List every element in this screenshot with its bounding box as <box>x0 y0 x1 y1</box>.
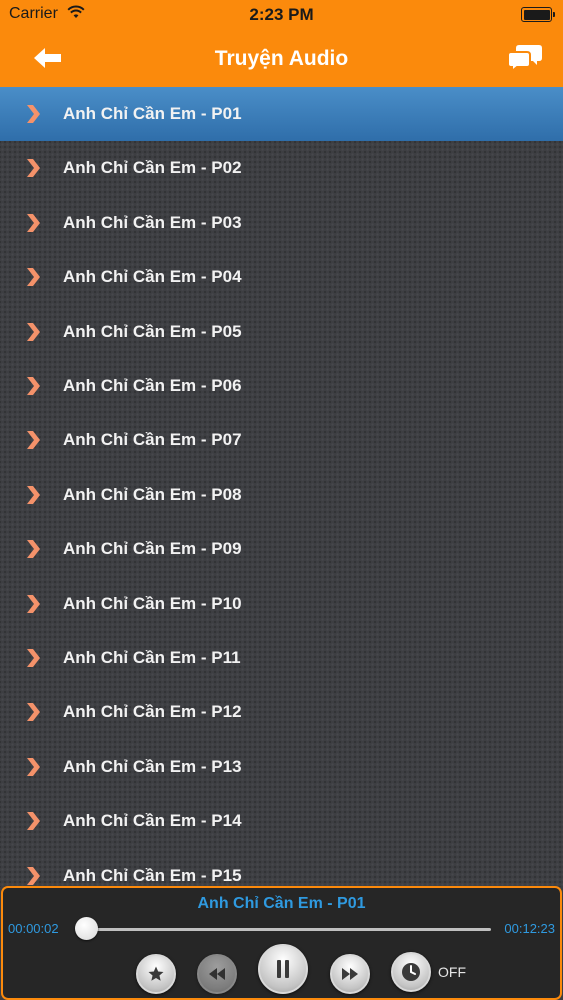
episode-list[interactable]: Anh Chỉ Cần Em - P01 Anh Chỉ Cần Em - P02… <box>0 87 563 887</box>
episode-row[interactable]: Anh Chỉ Cần Em - P05 <box>0 305 563 359</box>
rewind-icon <box>209 968 225 980</box>
chat-button[interactable] <box>507 42 543 74</box>
episode-title: Anh Chỉ Cần Em - P09 <box>63 539 242 559</box>
chevron-right-icon <box>27 649 40 667</box>
episode-row[interactable]: Anh Chỉ Cần Em - P14 <box>0 794 563 848</box>
episode-title: Anh Chỉ Cần Em - P03 <box>63 212 242 232</box>
nav-bar: Truyện Audio <box>0 30 563 87</box>
episode-title: Anh Chỉ Cần Em - P07 <box>63 430 242 450</box>
episode-title: Anh Chỉ Cần Em - P06 <box>63 376 242 395</box>
episode-title: Anh Chỉ Cần Em - P10 <box>63 593 242 613</box>
chevron-right-icon <box>27 159 40 178</box>
status-time: 2:23 PM <box>249 5 314 24</box>
episode-title: Anh Chỉ Cần Em - P15 <box>63 865 242 885</box>
episode-row[interactable]: Anh Chỉ Cần Em - P09 <box>0 522 563 576</box>
chevron-right-icon <box>27 485 40 504</box>
episode-row[interactable]: Anh Chỉ Cần Em - P13 <box>0 740 563 794</box>
status-bar: Carrier 2:23 PM <box>0 0 563 30</box>
chevron-right-icon <box>27 431 40 450</box>
episode-row[interactable]: Anh Chỉ Cần Em - P12 <box>0 685 563 739</box>
chevron-right-icon <box>27 812 40 831</box>
chevron-right-icon <box>27 268 40 287</box>
chevron-right-icon <box>27 213 40 232</box>
episode-row[interactable]: Anh Chỉ Cần Em - P02 <box>0 141 563 195</box>
chevron-right-icon <box>27 540 40 559</box>
episode-row[interactable]: Anh Chỉ Cần Em - P01 <box>0 87 563 141</box>
clock-icon <box>402 963 420 981</box>
chevron-right-icon <box>27 594 40 613</box>
episode-title: Anh Chỉ Cần Em - P14 <box>63 811 242 831</box>
progress-knob[interactable] <box>75 917 99 940</box>
favorite-button[interactable] <box>136 954 176 994</box>
episode-title: Anh Chỉ Cần Em - P02 <box>63 158 242 178</box>
progress-track[interactable] <box>85 928 491 931</box>
sleep-timer-status: OFF <box>438 964 466 980</box>
rewind-button[interactable] <box>197 954 237 994</box>
chevron-right-icon <box>27 105 40 123</box>
episode-title: Anh Chỉ Cần Em - P01 <box>63 104 242 123</box>
pause-button[interactable] <box>258 944 308 994</box>
chevron-right-icon <box>27 377 40 395</box>
chevron-right-icon <box>27 866 40 885</box>
sleep-timer-button[interactable] <box>391 952 431 992</box>
pause-icon <box>277 960 289 978</box>
episode-title: Anh Chỉ Cần Em - P05 <box>63 321 242 341</box>
episode-title: Anh Chỉ Cần Em - P04 <box>63 267 242 287</box>
episode-title: Anh Chỉ Cần Em - P08 <box>63 484 242 504</box>
episode-title: Anh Chỉ Cần Em - P13 <box>63 756 242 776</box>
chevron-right-icon <box>27 322 40 341</box>
episode-row[interactable]: Anh Chỉ Cần Em - P10 <box>0 577 563 631</box>
fast-forward-button[interactable] <box>330 954 370 994</box>
episode-row[interactable]: Anh Chỉ Cần Em - P04 <box>0 250 563 304</box>
episode-row[interactable]: Anh Chỉ Cần Em - P07 <box>0 413 563 467</box>
chevron-right-icon <box>27 703 40 722</box>
total-duration: 00:12:23 <box>504 921 555 936</box>
episode-row[interactable]: Anh Chỉ Cần Em - P08 <box>0 468 563 522</box>
battery-icon <box>521 7 555 22</box>
star-icon <box>148 966 164 981</box>
episode-title: Anh Chỉ Cần Em - P12 <box>63 702 242 722</box>
elapsed-time: 00:00:02 <box>8 921 59 936</box>
episode-row[interactable]: Anh Chỉ Cần Em - P11 <box>0 631 563 685</box>
fast-forward-icon <box>342 968 358 980</box>
episode-title: Anh Chỉ Cần Em - P11 <box>63 648 241 667</box>
audio-player: Anh Chỉ Cần Em - P01 00:00:02 00:12:23 O… <box>1 886 562 1000</box>
episode-row[interactable]: Anh Chỉ Cần Em - P03 <box>0 196 563 250</box>
now-playing-title: Anh Chỉ Cần Em - P01 <box>197 895 366 912</box>
episode-row[interactable]: Anh Chỉ Cần Em - P06 <box>0 359 563 413</box>
chat-bubbles-icon <box>507 45 542 74</box>
page-title: Truyện Audio <box>214 47 349 70</box>
chevron-right-icon <box>27 757 40 776</box>
episode-row[interactable]: Anh Chỉ Cần Em - P15 <box>0 849 563 887</box>
